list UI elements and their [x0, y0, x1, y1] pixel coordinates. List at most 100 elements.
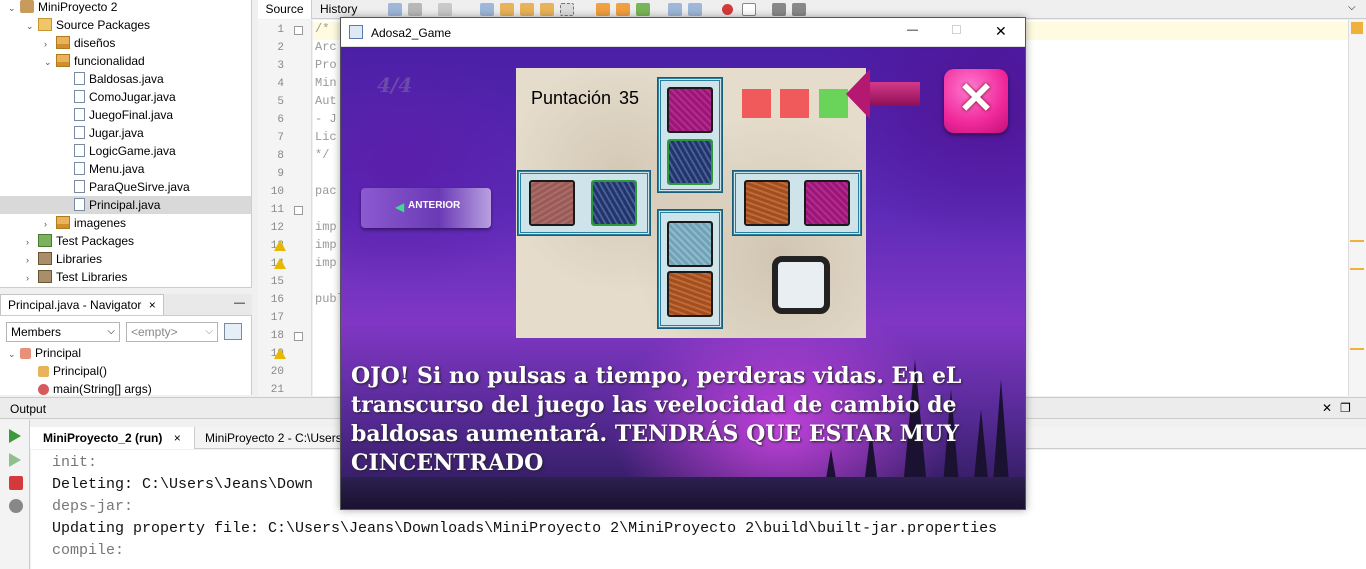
tile-group-top[interactable]: [657, 77, 723, 193]
shift-up-icon[interactable]: [596, 3, 610, 16]
close-output-icon[interactable]: ✕: [1322, 401, 1332, 415]
tile-group-right[interactable]: [732, 170, 862, 236]
chevron-down-icon[interactable]: ⌄: [26, 17, 38, 35]
fold-icon[interactable]: [294, 332, 303, 341]
close-window-button[interactable]: ✕: [995, 23, 1007, 40]
close-icon[interactable]: ×: [174, 431, 181, 445]
instructions-message: OJO! Si no pulsas a tiempo, perderas vid…: [351, 363, 962, 476]
tree-item[interactable]: JuegoFinal.java: [0, 106, 251, 124]
chevron-right-icon[interactable]: ›: [44, 35, 56, 53]
navigator-item-label: Principal(): [53, 364, 108, 378]
chevron-down-icon[interactable]: ⌄: [44, 53, 56, 71]
close-icon: ✕: [957, 74, 995, 123]
tile[interactable]: [529, 180, 575, 226]
rerun-icon[interactable]: [9, 429, 21, 443]
empty-tile-slot[interactable]: [772, 256, 830, 314]
back-button[interactable]: ◀ ANTERIOR: [361, 188, 491, 228]
tile[interactable]: [667, 271, 713, 317]
tree-item[interactable]: ⌄ funcionalidad: [0, 52, 251, 70]
rerun-with-params-icon[interactable]: [9, 453, 21, 467]
tree-item[interactable]: › Libraries: [0, 250, 251, 268]
tree-item[interactable]: › imagenes: [0, 214, 251, 232]
tile[interactable]: [804, 180, 850, 226]
filters-icon[interactable]: [224, 323, 242, 340]
back-button-label: ANTERIOR: [408, 200, 461, 211]
tree-item[interactable]: ⌄ MiniProyecto 2: [0, 0, 251, 16]
chevron-right-icon[interactable]: ›: [26, 233, 38, 251]
tile[interactable]: [667, 221, 713, 267]
unindent-icon[interactable]: [668, 3, 682, 16]
shift-down-icon[interactable]: [616, 3, 630, 16]
tile-group-left[interactable]: [517, 170, 651, 236]
minimize-window-button[interactable]: —: [907, 24, 918, 36]
tile-group-bottom[interactable]: [657, 209, 723, 329]
chevron-right-icon[interactable]: ›: [26, 269, 38, 287]
tree-item[interactable]: Menu.java: [0, 160, 251, 178]
warning-mark: [1350, 268, 1364, 270]
fold-icon[interactable]: [294, 206, 303, 215]
filter-select[interactable]: <empty> ⌵: [126, 322, 218, 342]
navigator-header: Principal.java - Navigator × —: [0, 294, 252, 316]
tree-item[interactable]: › Test Libraries: [0, 268, 251, 286]
chevron-down-icon[interactable]: ⌄: [8, 345, 20, 363]
line-number: 6: [277, 114, 284, 126]
warning-icon[interactable]: [274, 240, 286, 251]
minimize-icon[interactable]: —: [234, 297, 245, 309]
tile[interactable]: [744, 180, 790, 226]
back-icon[interactable]: [388, 3, 402, 16]
tree-item[interactable]: LogicGame.java: [0, 142, 251, 160]
forward-icon[interactable]: [408, 3, 422, 16]
history-icon[interactable]: [438, 3, 452, 16]
tab-output-build[interactable]: MiniProyecto 2 - C:\Users: [205, 431, 342, 445]
java-file-icon: [74, 144, 85, 157]
record-macro-icon[interactable]: [722, 4, 733, 15]
java-app-icon: [349, 25, 363, 39]
tree-item[interactable]: ParaQueSirve.java: [0, 178, 251, 196]
navigator-item[interactable]: main(String[] args): [38, 380, 152, 398]
navigator-item[interactable]: ⌄ Principal: [8, 344, 81, 362]
tab-output-run[interactable]: MiniProyecto_2 (run) ×: [30, 427, 195, 449]
tile[interactable]: [667, 139, 713, 185]
navigator-item[interactable]: Principal(): [38, 362, 107, 380]
tab-output-run-label: MiniProyecto_2 (run): [43, 431, 163, 445]
uncomment-icon[interactable]: [792, 3, 806, 16]
restore-output-icon[interactable]: ❐: [1340, 401, 1351, 415]
tree-item[interactable]: › diseños: [0, 34, 251, 52]
editor-chevron-down-icon[interactable]: ⌵: [1348, 2, 1356, 13]
find-previous-icon[interactable]: [500, 3, 514, 16]
find-selection-icon[interactable]: [540, 3, 554, 16]
chevron-right-icon[interactable]: ›: [44, 215, 56, 233]
settings-icon[interactable]: [9, 499, 23, 513]
tree-item[interactable]: Jugar.java: [0, 124, 251, 142]
shift-right-icon[interactable]: [636, 3, 650, 16]
stop-icon[interactable]: [9, 476, 23, 490]
find-next-icon[interactable]: [520, 3, 534, 16]
navigator-tab[interactable]: Principal.java - Navigator ×: [0, 294, 164, 315]
fold-icon[interactable]: [294, 26, 303, 35]
exit-button[interactable]: ✕: [944, 69, 1008, 133]
game-window-titlebar[interactable]: Adosa2_Game — ☐ ✕: [341, 18, 1025, 47]
maximize-window-button[interactable]: ☐: [951, 23, 962, 37]
comment-icon[interactable]: [772, 3, 786, 16]
line-number: 4: [277, 78, 284, 90]
tree-item[interactable]: Principal.java: [0, 196, 251, 214]
stop-macro-icon[interactable]: [742, 3, 756, 16]
tree-item[interactable]: ComoJugar.java: [0, 88, 251, 106]
members-select[interactable]: Members ⌵: [6, 322, 120, 342]
game-window: Adosa2_Game — ☐ ✕ 4/4 ◀ ANTERIOR Puntaci…: [340, 17, 1026, 510]
warning-icon[interactable]: [274, 348, 286, 359]
chevron-down-icon[interactable]: ⌄: [8, 0, 20, 17]
tab-source[interactable]: Source: [258, 0, 312, 19]
find-icon[interactable]: [480, 3, 494, 16]
editor-error-stripe[interactable]: [1348, 20, 1366, 396]
tree-item[interactable]: › Test Packages: [0, 232, 251, 250]
select-icon[interactable]: [560, 3, 574, 16]
tree-item[interactable]: Baldosas.java: [0, 70, 251, 88]
tile[interactable]: [667, 87, 713, 133]
tree-item[interactable]: ⌄ Source Packages: [0, 16, 251, 34]
warning-icon[interactable]: [274, 258, 286, 269]
indent-icon[interactable]: [688, 3, 702, 16]
close-icon[interactable]: ×: [149, 298, 156, 312]
chevron-right-icon[interactable]: ›: [26, 251, 38, 269]
tile[interactable]: [591, 180, 637, 226]
